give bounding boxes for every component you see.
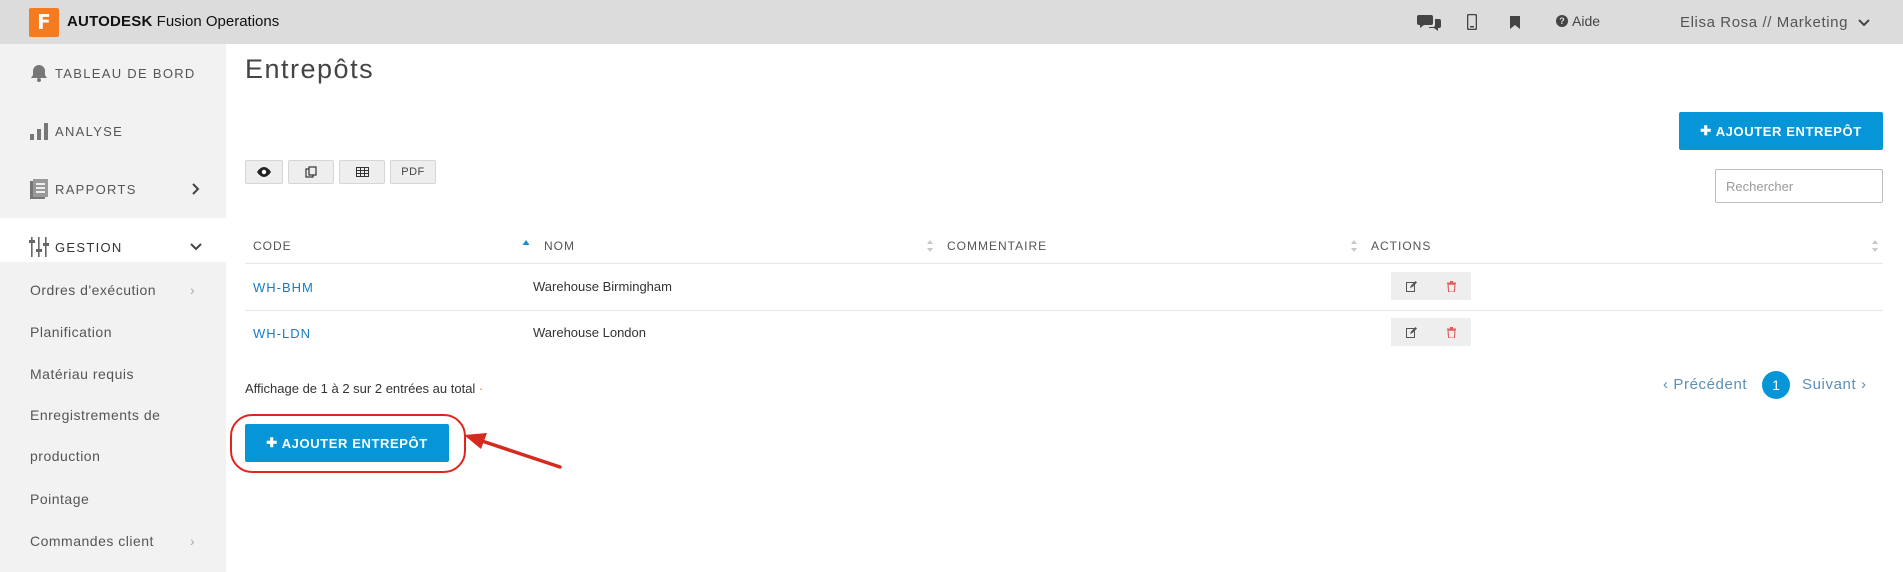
sidebar-item-rapports[interactable]: RAPPORTS xyxy=(0,160,226,218)
sidebar-item-tableau-de-bord[interactable]: TABLEAU DE BORD xyxy=(0,44,226,102)
chevron-right-icon: › xyxy=(190,282,196,298)
add-warehouse-bottom-label: AJOUTER ENTREPÔT xyxy=(281,435,428,451)
sidebar-submenu: Ordres d'exécution › Planification Matér… xyxy=(0,262,226,572)
delete-button[interactable] xyxy=(1431,318,1471,346)
table-icon xyxy=(355,167,369,177)
sidebar-item-label: TABLEAU DE BORD xyxy=(55,65,196,81)
top-bar: F AUTODESK Fusion Operations ? Aide Elis… xyxy=(0,0,1903,44)
pagination-previous[interactable]: ‹ Précédent xyxy=(1663,376,1747,393)
csv-export-button[interactable] xyxy=(339,160,385,184)
reports-icon xyxy=(28,178,50,200)
name-cell: Warehouse London xyxy=(533,325,646,340)
edit-button[interactable] xyxy=(1391,272,1431,300)
chat-icon[interactable] xyxy=(1416,9,1442,35)
trash-icon xyxy=(1446,326,1456,338)
plus-icon: ✚ xyxy=(266,435,278,450)
column-header-actions[interactable]: ACTIONS xyxy=(1371,239,1431,253)
sidebar-subitem-label: Commandes client xyxy=(30,533,154,549)
column-header-commentaire[interactable]: COMMENTAIRE xyxy=(947,239,1047,253)
sidebar-subitem-label-line2: production xyxy=(30,448,101,464)
pagination-page-current[interactable]: 1 xyxy=(1762,371,1790,399)
pdf-label: PDF xyxy=(401,166,425,178)
search-input[interactable] xyxy=(1715,169,1883,203)
eye-icon xyxy=(257,167,271,177)
name-cell: Warehouse Birmingham xyxy=(533,279,672,294)
column-header-nom[interactable]: NOM xyxy=(544,239,575,253)
table-info: Affichage de 1 à 2 sur 2 entrées au tota… xyxy=(245,381,483,396)
help-label: Aide xyxy=(1572,13,1601,29)
column-header-code[interactable]: CODE xyxy=(253,239,292,253)
bar-chart-icon xyxy=(28,120,50,142)
code-link[interactable]: WH-LDN xyxy=(253,326,311,341)
pdf-export-button[interactable]: PDF xyxy=(390,160,436,184)
sort-both-icon[interactable] xyxy=(1871,238,1879,254)
sidebar-item-analyse[interactable]: ANALYSE xyxy=(0,102,226,160)
edit-icon xyxy=(1405,326,1417,338)
mobile-icon[interactable] xyxy=(1465,9,1479,35)
brand-name-bold: AUTODESK xyxy=(67,13,153,30)
previous-label: Précédent xyxy=(1673,376,1748,393)
delete-button[interactable] xyxy=(1431,272,1471,300)
bell-icon xyxy=(28,62,50,84)
sidebar-subitem-materiau-requis[interactable]: Matériau requis xyxy=(30,366,134,382)
sidebar-subitem-label: Ordres d'exécution xyxy=(30,282,157,298)
user-menu[interactable]: Elisa Rosa // Marketing xyxy=(1680,14,1870,31)
chevron-down-icon xyxy=(1858,18,1870,26)
sidebar-subitem-label: Matériau requis xyxy=(30,366,134,382)
sidebar-subitem-enregistrements-production[interactable]: Enregistrements de production xyxy=(30,408,160,463)
copy-button[interactable] xyxy=(288,160,334,184)
trash-icon xyxy=(1446,280,1456,292)
sidebar-item-label: RAPPORTS xyxy=(55,181,137,197)
bookmark-icon[interactable] xyxy=(1508,9,1522,35)
page-title: Entrepôts xyxy=(245,54,375,84)
sidebar-subitem-commandes-client[interactable]: Commandes client › xyxy=(30,533,200,549)
code-link[interactable]: WH-BHM xyxy=(253,280,314,295)
chevron-down-icon xyxy=(190,241,202,253)
sidebar: TABLEAU DE BORD ANALYSE RAPPORTS GESTION… xyxy=(0,44,226,572)
copy-icon xyxy=(305,166,317,178)
chevron-right-icon xyxy=(190,183,202,195)
sidebar-subitem-pointage[interactable]: Pointage xyxy=(30,491,89,507)
question-icon: ? xyxy=(1556,15,1568,27)
brand-name-product: Fusion Operations xyxy=(152,13,280,30)
sidebar-item-label: ANALYSE xyxy=(55,123,124,139)
table-row-divider xyxy=(245,310,1883,311)
brand-name[interactable]: AUTODESK Fusion Operations xyxy=(67,13,279,30)
add-warehouse-label: AJOUTER ENTREPÔT xyxy=(1715,123,1862,139)
table-info-text: Affichage de 1 à 2 sur 2 entrées au tota… xyxy=(245,381,476,396)
sidebar-subitem-label-line1: Enregistrements de xyxy=(30,407,161,423)
chevron-right-icon: › xyxy=(190,533,196,549)
row-actions xyxy=(1391,272,1471,300)
help-link[interactable]: ? Aide xyxy=(1556,13,1600,29)
sidebar-subitem-label: Pointage xyxy=(30,491,90,507)
plus-icon: ✚ xyxy=(1700,123,1712,138)
column-visibility-button[interactable] xyxy=(245,160,283,184)
sidebar-item-label: GESTION xyxy=(55,239,123,255)
table-header-divider xyxy=(245,263,1883,264)
user-label: Elisa Rosa // Marketing xyxy=(1680,14,1849,31)
next-label: Suivant xyxy=(1802,376,1857,393)
add-warehouse-bottom-button[interactable]: ✚ AJOUTER ENTREPÔT xyxy=(245,424,449,462)
edit-button[interactable] xyxy=(1391,318,1431,346)
fusion-logo[interactable]: F xyxy=(29,8,59,37)
sliders-icon xyxy=(28,236,50,258)
sidebar-subitem-ordres-execution[interactable]: Ordres d'exécution › xyxy=(30,282,200,298)
info-marker: · xyxy=(475,381,484,396)
pagination-next[interactable]: Suivant › xyxy=(1802,376,1867,393)
edit-icon xyxy=(1405,280,1417,292)
sidebar-subitem-label: Planification xyxy=(30,324,112,340)
add-warehouse-button[interactable]: ✚ AJOUTER ENTREPÔT xyxy=(1679,112,1883,150)
row-actions xyxy=(1391,318,1471,346)
annotation-arrow xyxy=(464,433,562,469)
sort-both-icon[interactable] xyxy=(1350,238,1358,254)
sidebar-subitem-planification[interactable]: Planification xyxy=(30,324,112,340)
sort-asc-icon[interactable] xyxy=(522,238,530,254)
sort-both-icon[interactable] xyxy=(926,238,934,254)
